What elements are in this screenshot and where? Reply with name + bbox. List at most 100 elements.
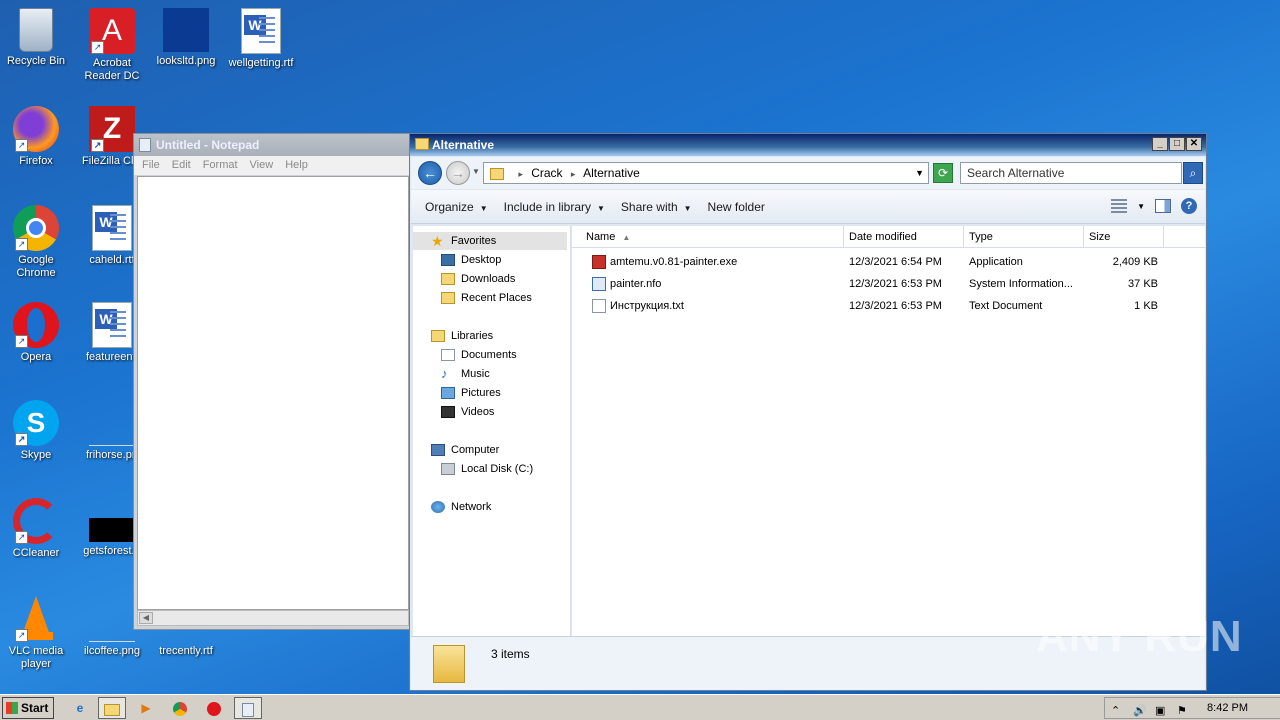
network-tray-icon[interactable]: ▣: [1155, 701, 1165, 720]
back-button[interactable]: ←: [418, 161, 442, 185]
nav-music[interactable]: ♪ Music: [441, 365, 490, 383]
nav-documents[interactable]: Documents: [441, 346, 517, 364]
breadcrumb-chevron-icon[interactable]: ▸: [518, 169, 523, 179]
address-dropdown-icon[interactable]: ▼: [915, 163, 924, 183]
file-type: System Information...: [969, 278, 1073, 290]
desktop-icon-chrome[interactable]: ↗ Google Chrome: [0, 205, 74, 280]
breadcrumb-alternative[interactable]: Alternative: [583, 166, 640, 180]
volume-icon[interactable]: 🔊: [1133, 701, 1147, 720]
column-header-date[interactable]: Date modified: [844, 226, 964, 248]
change-view-icon[interactable]: [1111, 199, 1128, 213]
search-icon[interactable]: ⌕: [1183, 162, 1203, 184]
column-header-size[interactable]: Size: [1084, 226, 1164, 248]
file-date: 12/3/2021 6:54 PM: [849, 256, 942, 268]
notepad-title-bar[interactable]: Untitled - Notepad: [134, 134, 410, 156]
help-icon[interactable]: ?: [1181, 198, 1197, 214]
file-row[interactable]: Инструкция.txt 12/3/2021 6:53 PM Text Do…: [572, 295, 1205, 317]
column-header-name[interactable]: Name ▲: [572, 226, 844, 248]
filezilla-icon: Z ↗: [89, 106, 135, 152]
include-in-library-button[interactable]: Include in library ▼: [496, 200, 613, 214]
nav-network[interactable]: Network: [431, 498, 491, 516]
sort-ascending-icon: ▲: [622, 233, 631, 242]
nav-desktop[interactable]: Desktop: [441, 251, 501, 269]
notepad-title: Untitled - Notepad: [156, 138, 260, 152]
view-options-dropdown-icon[interactable]: ▼: [1137, 202, 1145, 211]
action-center-flag-icon[interactable]: ⚑: [1177, 701, 1187, 720]
notepad-text-area[interactable]: [137, 176, 409, 610]
start-button[interactable]: Start: [2, 697, 54, 719]
nav-local-disk-label: Local Disk (C:): [461, 463, 534, 475]
nav-computer[interactable]: Computer: [431, 441, 499, 459]
desktop-icon-label: caheld.rtf: [89, 254, 135, 266]
address-bar[interactable]: ▸ Crack ▸ Alternative ▼: [483, 162, 929, 184]
nav-recent-places[interactable]: Recent Places: [441, 289, 532, 307]
file-row[interactable]: amtemu.v0.81-painter.exe 12/3/2021 6:54 …: [572, 251, 1205, 273]
application-icon: [592, 255, 606, 270]
scroll-left-icon[interactable]: ◀: [139, 612, 153, 624]
organize-button[interactable]: Organize ▼: [417, 200, 496, 214]
share-label: Share with: [620, 199, 678, 214]
forward-button[interactable]: →: [446, 161, 470, 185]
maximize-button[interactable]: □: [1169, 137, 1185, 151]
folder-icon: [433, 645, 465, 683]
breadcrumb-chevron-icon[interactable]: ▸: [571, 169, 576, 179]
nav-downloads-label: Downloads: [461, 273, 516, 285]
search-input[interactable]: Search Alternative: [960, 162, 1182, 184]
notepad-window[interactable]: Untitled - Notepad File Edit Format View…: [133, 133, 411, 630]
vlc-icon: ↗: [13, 596, 59, 642]
taskbar-chrome-icon[interactable]: [166, 697, 194, 719]
explorer-title-bar[interactable]: Alternative _ □ ✕: [410, 134, 1206, 156]
nav-pictures[interactable]: Pictures: [441, 384, 501, 402]
preview-pane-icon[interactable]: [1155, 199, 1171, 213]
menu-edit[interactable]: Edit: [172, 156, 191, 175]
file-name: amtemu.v0.81-painter.exe: [610, 256, 738, 268]
nav-libraries[interactable]: Libraries: [431, 327, 493, 345]
computer-icon: [431, 444, 445, 457]
share-with-button[interactable]: Share with ▼: [613, 200, 700, 214]
nav-local-disk[interactable]: Local Disk (C:): [441, 460, 533, 478]
downloads-icon: [441, 273, 455, 286]
file-name-cell: amtemu.v0.81-painter.exe: [592, 251, 842, 273]
desktop-icon-wellgetting[interactable]: W wellgetting.rtf: [223, 8, 299, 70]
desktop-icon-vlc[interactable]: ↗ VLC media player: [0, 596, 74, 671]
menu-file[interactable]: File: [142, 156, 160, 175]
taskbar-notepad-icon[interactable]: [234, 697, 262, 719]
clock[interactable]: 8:42 PM: [1207, 698, 1248, 718]
taskbar-explorer-icon[interactable]: [98, 697, 126, 719]
refresh-button[interactable]: ⟳: [933, 163, 953, 183]
file-row[interactable]: painter.nfo 12/3/2021 6:53 PM System Inf…: [572, 273, 1205, 295]
explorer-window[interactable]: Alternative _ □ ✕ ← → ▼ ▸ Crack ▸ Altern…: [409, 133, 1207, 691]
desktop-icon-opera[interactable]: ↗ Opera: [0, 302, 74, 364]
opera-icon: [207, 701, 221, 716]
menu-view[interactable]: View: [250, 156, 274, 175]
new-folder-button[interactable]: New folder: [700, 200, 773, 214]
nav-favorites[interactable]: ★ Favorites: [413, 232, 567, 250]
desktop-icon-ccleaner[interactable]: ↗ CCleaner: [0, 498, 74, 560]
desktop-icon-label: Firefox: [19, 155, 53, 167]
desktop-icon-recycle-bin[interactable]: Recycle Bin: [0, 8, 74, 68]
nav-videos[interactable]: Videos: [441, 403, 494, 421]
nav-downloads[interactable]: Downloads: [441, 270, 515, 288]
file-size: 37 KB: [1128, 278, 1158, 290]
desktop-icon-skype[interactable]: S ↗ Skype: [0, 400, 74, 462]
desktop-icon-looksltd[interactable]: looksltd.png: [148, 8, 224, 68]
skype-icon: S ↗: [13, 400, 59, 446]
star-icon: ★: [431, 233, 444, 250]
include-label: Include in library: [503, 199, 591, 214]
documents-icon: [441, 349, 455, 362]
desktop-icon-firefox[interactable]: ↗ Firefox: [0, 106, 74, 168]
close-button[interactable]: ✕: [1186, 137, 1202, 151]
menu-help[interactable]: Help: [285, 156, 308, 175]
breadcrumb-crack[interactable]: Crack: [531, 166, 562, 180]
taskbar-ie-icon[interactable]: e: [66, 697, 94, 719]
recent-pages-dropdown-icon[interactable]: ▼: [472, 167, 480, 176]
show-hidden-icons-icon[interactable]: ⌃: [1111, 701, 1120, 720]
desktop-icon-acrobat[interactable]: A ↗ Acrobat Reader DC: [74, 8, 150, 83]
notepad-horizontal-scrollbar[interactable]: ◀: [137, 610, 409, 626]
minimize-button[interactable]: _: [1152, 137, 1168, 151]
menu-format[interactable]: Format: [203, 156, 238, 175]
taskbar-opera-icon[interactable]: [200, 697, 228, 719]
file-name: painter.nfo: [610, 278, 662, 290]
taskbar-media-player-icon[interactable]: ▶: [132, 697, 160, 719]
column-header-type[interactable]: Type: [964, 226, 1084, 248]
